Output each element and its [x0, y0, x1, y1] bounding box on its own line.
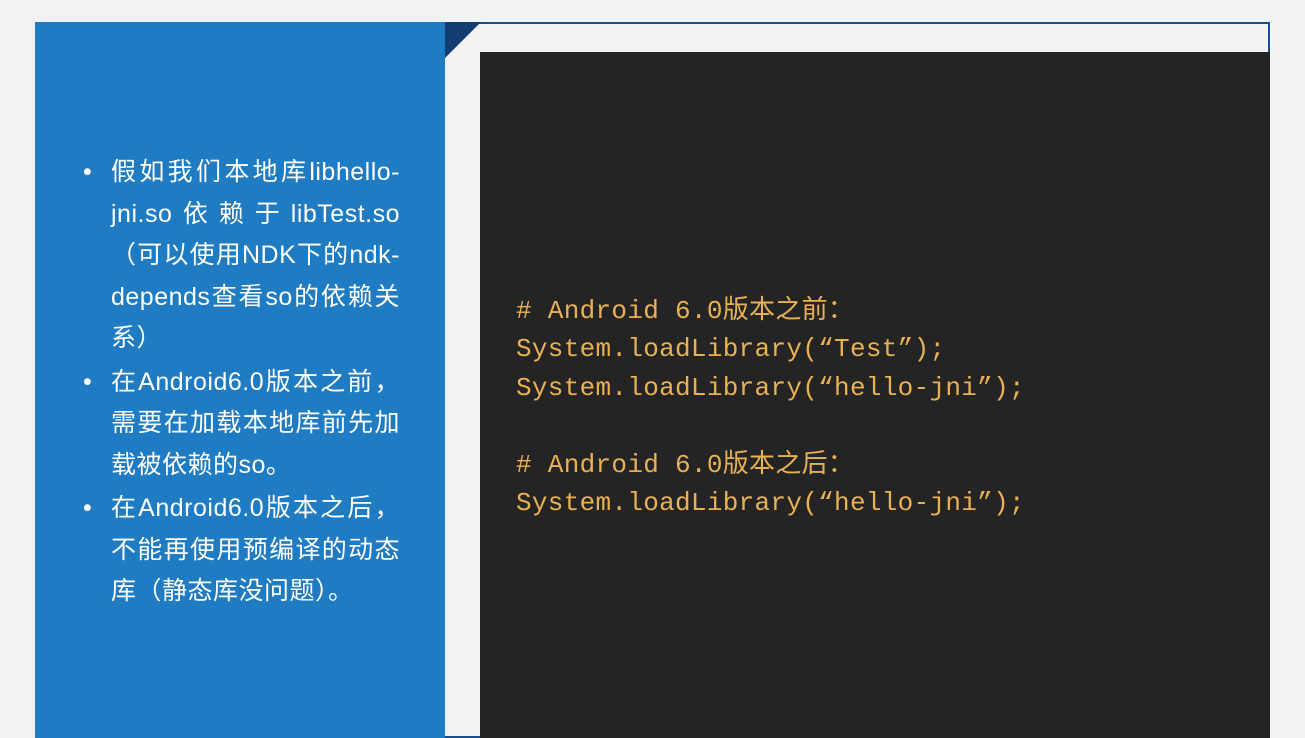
code-block: # Android 6.0版本之前： System.loadLibrary(“T… [516, 292, 1240, 523]
corner-notch-icon [445, 22, 481, 58]
left-panel: 假如我们本地库libhello-jni.so依赖于libTest.so（可以使用… [35, 22, 445, 738]
list-item: 假如我们本地库libhello-jni.so依赖于libTest.so（可以使用… [83, 152, 400, 360]
list-item: 在Android6.0版本之后，不能再使用预编译的动态库（静态库没问题）。 [83, 488, 400, 613]
bullet-list: 假如我们本地库libhello-jni.so依赖于libTest.so（可以使用… [83, 152, 400, 613]
code-panel: # Android 6.0版本之前： System.loadLibrary(“T… [480, 52, 1270, 738]
list-item: 在Android6.0版本之前，需要在加载本地库前先加载被依赖的so。 [83, 362, 400, 487]
